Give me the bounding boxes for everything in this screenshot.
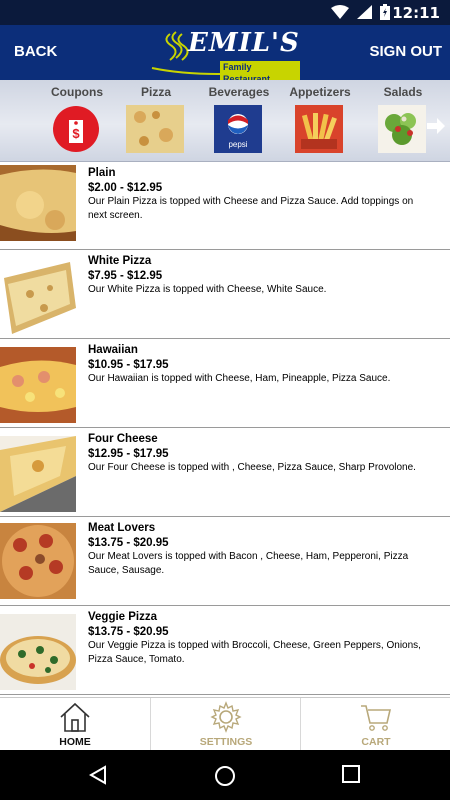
svg-text:$: $: [72, 126, 80, 141]
item-title: Plain: [88, 167, 116, 179]
tab-label: SETTINGS: [199, 736, 253, 748]
pizza-thumbnail: [0, 258, 76, 334]
item-price: $7.95 - $12.95: [88, 270, 163, 282]
item-title: Meat Lovers: [88, 522, 156, 534]
menu-item[interactable]: Plain $2.00 - $12.95 Our Plain Pizza is …: [0, 162, 450, 250]
pizza-thumbnail: [0, 347, 76, 423]
item-title: Veggie Pizza: [88, 611, 158, 623]
menu-item[interactable]: Four Cheese $12.95 - $17.95 Our Four Che…: [0, 428, 450, 517]
pizza-thumbnail: [0, 614, 76, 690]
item-description: Our Hawaiian is topped with Cheese, Ham,…: [88, 373, 391, 384]
tab-cart[interactable]: CART: [300, 698, 450, 751]
pepsi-icon: pepsi: [214, 105, 262, 153]
menu-item[interactable]: White Pizza $7.95 - $12.95 Our White Piz…: [0, 250, 450, 339]
menu-item[interactable]: Hawaiian $10.95 - $17.95 Our Hawaiian is…: [0, 339, 450, 428]
tab-settings[interactable]: SETTINGS: [150, 698, 300, 751]
system-nav-bar: [0, 750, 450, 800]
category-label: Appetizers: [289, 85, 351, 99]
category-label: Coupons: [51, 85, 103, 99]
pizza-thumbnail: [0, 523, 76, 599]
scroll-right-arrow-icon[interactable]: [426, 118, 446, 134]
item-title: White Pizza: [88, 255, 152, 267]
restaurant-logo: EMIL'S Family Restaurant: [150, 28, 300, 85]
tab-home[interactable]: HOME: [0, 698, 150, 751]
cart-icon: [361, 705, 392, 731]
category-pizza[interactable]: Pizza: [121, 80, 191, 162]
item-description: Our Four Cheese is topped with , Cheese,…: [88, 462, 416, 473]
item-title: Hawaiian: [88, 344, 138, 356]
item-price: $12.95 - $17.95: [88, 448, 169, 460]
item-description: Our Plain Pizza is topped with Cheese an…: [88, 196, 414, 221]
fries-image: [295, 105, 343, 153]
battery-icon: [380, 4, 390, 20]
sign-out-button[interactable]: SIGN OUT: [369, 43, 442, 60]
app-header: BACK EMIL'S Family Restaurant SIGN OUT: [0, 25, 450, 85]
gear-icon: [210, 701, 242, 733]
category-label: Pizza: [140, 85, 171, 99]
pizza-image: [126, 105, 184, 153]
wifi-icon: [331, 5, 349, 19]
category-appetizers[interactable]: Appetizers: [285, 80, 355, 162]
item-title: Four Cheese: [88, 433, 158, 445]
category-bar: Coupons $ Pizza Beverages pepsi Appetize…: [0, 80, 450, 162]
nav-home-icon[interactable]: [214, 765, 236, 787]
svg-text:pepsi: pepsi: [228, 140, 247, 149]
home-icon: [60, 702, 90, 732]
logo-name: EMIL'S: [188, 28, 300, 58]
category-coupons[interactable]: Coupons $: [42, 80, 112, 162]
tab-label: HOME: [59, 736, 91, 748]
signal-icon: [357, 5, 372, 19]
item-price: $2.00 - $12.95: [88, 182, 163, 194]
back-button[interactable]: BACK: [14, 43, 57, 60]
item-description: Our Veggie Pizza is topped with Broccoli…: [88, 640, 421, 665]
item-description: Our Meat Lovers is topped with Bacon , C…: [88, 551, 409, 576]
status-bar: 12:11: [0, 0, 450, 25]
category-label: Beverages: [208, 85, 270, 99]
pizza-thumbnail: [0, 165, 76, 241]
item-price: $13.75 - $20.95: [88, 626, 169, 638]
menu-item[interactable]: Meat Lovers $13.75 - $20.95 Our Meat Lov…: [0, 517, 450, 606]
salad-image: [378, 105, 426, 153]
item-price: $10.95 - $17.95: [88, 359, 169, 371]
clock-text: 12:11: [392, 4, 440, 22]
item-description: Our White Pizza is topped with Cheese, W…: [88, 284, 327, 295]
menu-item-list: Plain $2.00 - $12.95 Our Plain Pizza is …: [0, 162, 450, 697]
coupon-icon: $: [53, 106, 99, 152]
category-beverages[interactable]: Beverages pepsi: [204, 80, 274, 162]
pizza-thumbnail: [0, 436, 76, 512]
nav-back-icon[interactable]: [88, 765, 108, 785]
bottom-tab-bar: HOME SETTINGS CART: [0, 697, 450, 751]
item-price: $13.75 - $20.95: [88, 537, 169, 549]
category-label: Salads: [383, 85, 423, 99]
nav-recents-icon[interactable]: [342, 765, 360, 783]
tab-label: CART: [361, 736, 391, 748]
menu-item[interactable]: Veggie Pizza $13.75 - $20.95 Our Veggie …: [0, 606, 450, 695]
